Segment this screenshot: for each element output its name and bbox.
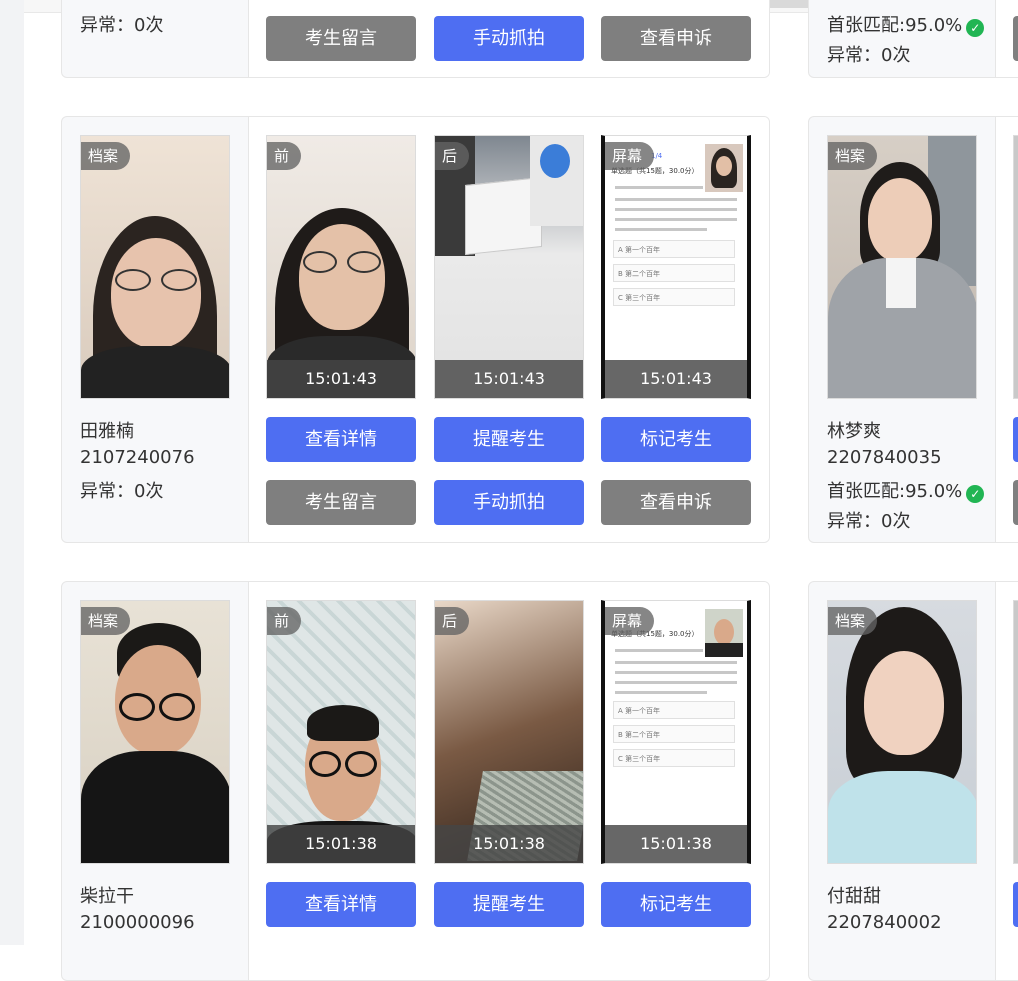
archive-tag: 档案 bbox=[828, 142, 878, 170]
abnormal-count: 异常：0次 bbox=[827, 511, 911, 532]
front-camera-photo[interactable] bbox=[1013, 135, 1018, 399]
match-rate: 首张匹配:95.0% ✓ bbox=[827, 11, 985, 37]
back-camera-photo[interactable]: 后 15:01:38 bbox=[434, 600, 584, 864]
archive-tag: 档案 bbox=[81, 607, 131, 635]
student-id: 2100000096 bbox=[80, 912, 195, 933]
left-sidebar-strip bbox=[0, 0, 24, 945]
student-id: 2207840002 bbox=[827, 912, 942, 933]
student-name: 付甜甜 bbox=[827, 886, 881, 907]
capture-button[interactable]: 手动抓拍 bbox=[434, 16, 584, 61]
view-detail-button[interactable] bbox=[1013, 882, 1018, 927]
appeal-button[interactable]: 查看申诉 bbox=[601, 480, 751, 525]
view-detail-button[interactable]: 查看详情 bbox=[266, 417, 416, 462]
capture-button[interactable]: 手动抓拍 bbox=[434, 480, 584, 525]
student-name: 田雅楠 bbox=[80, 421, 134, 442]
option-a: A 第一个百年 bbox=[613, 240, 735, 258]
message-button[interactable] bbox=[1013, 480, 1018, 525]
appeal-button[interactable]: 查看申诉 bbox=[601, 16, 751, 61]
student-info: 档案 柴拉干 2100000096 bbox=[62, 582, 248, 980]
student-info: 档案 林梦爽 2207840035 首张匹配:95.0% ✓ 异常：0次 bbox=[809, 117, 995, 542]
view-detail-button[interactable]: 查看详情 bbox=[266, 882, 416, 927]
option-b: B 第二个百年 bbox=[613, 725, 735, 743]
back-tag: 后 bbox=[435, 142, 470, 170]
abnormal-count: 异常：0次 bbox=[80, 481, 164, 502]
abnormal-count: 异常：0次 bbox=[827, 45, 911, 66]
student-card-top-right: 首张匹配:95.0% ✓ 异常：0次 bbox=[808, 0, 1018, 78]
front-camera-photo[interactable]: 前 15:01:43 bbox=[266, 135, 416, 399]
view-detail-button[interactable] bbox=[1013, 417, 1018, 462]
student-name: 林梦爽 bbox=[827, 421, 881, 442]
self-view bbox=[705, 609, 743, 657]
student-name: 柴拉干 bbox=[80, 886, 134, 907]
check-circle-icon: ✓ bbox=[966, 485, 985, 503]
capture-time: 15:01:38 bbox=[605, 825, 747, 863]
student-info: 档案 田雅楠 2107240076 异常：0次 bbox=[62, 117, 248, 542]
student-card-linmengshuang: 档案 林梦爽 2207840035 首张匹配:95.0% ✓ 异常：0次 bbox=[808, 116, 1018, 543]
screen-tag: 屏幕 bbox=[605, 142, 655, 170]
student-info: 异常：0次 bbox=[62, 0, 248, 77]
screen-tag: 屏幕 bbox=[605, 607, 655, 635]
screen-capture[interactable]: 单选题（共15题，30.0分） A 第一个百年 B 第二个百年 C 第三个百年 … bbox=[601, 600, 751, 864]
remind-student-button[interactable]: 提醒考生 bbox=[434, 882, 584, 927]
mark-student-button[interactable]: 标记考生 bbox=[601, 882, 751, 927]
match-rate: 首张匹配:95.0% ✓ bbox=[827, 477, 985, 503]
back-camera-photo[interactable]: 后 15:01:43 bbox=[434, 135, 584, 399]
front-camera-photo[interactable]: 前 15:01:38 bbox=[266, 600, 416, 864]
student-card-futiantian: 档案 付甜甜 2207840002 bbox=[808, 581, 1018, 981]
capture-time: 15:01:38 bbox=[267, 825, 415, 863]
archive-tag: 档案 bbox=[828, 607, 878, 635]
option-c: C 第三个百年 bbox=[613, 749, 735, 767]
student-card-tianyanan: 档案 田雅楠 2107240076 异常：0次 前 15:01:43 后 15:… bbox=[61, 116, 770, 543]
message-button[interactable]: 考生留言 bbox=[266, 480, 416, 525]
back-tag: 后 bbox=[435, 607, 470, 635]
front-tag: 前 bbox=[267, 607, 302, 635]
self-view bbox=[705, 144, 743, 192]
screen-capture[interactable]: 1/4 单选题（共15题，30.0分） A 第一个百年 B 第二个百年 C 第三… bbox=[601, 135, 751, 399]
archive-tag: 档案 bbox=[81, 142, 131, 170]
student-id: 2207840035 bbox=[827, 447, 942, 468]
archive-photo[interactable]: 档案 bbox=[80, 600, 230, 864]
front-camera-photo[interactable] bbox=[1013, 600, 1018, 864]
option-b: B 第二个百年 bbox=[613, 264, 735, 282]
message-button[interactable] bbox=[1013, 16, 1018, 61]
capture-time: 15:01:43 bbox=[605, 360, 747, 398]
mark-student-button[interactable]: 标记考生 bbox=[601, 417, 751, 462]
abnormal-count: 异常：0次 bbox=[80, 15, 164, 36]
student-card-top-left: 异常：0次 考生留言 手动抓拍 查看申诉 bbox=[61, 0, 770, 78]
remind-student-button[interactable]: 提醒考生 bbox=[434, 417, 584, 462]
archive-photo[interactable]: 档案 bbox=[827, 600, 977, 864]
front-tag: 前 bbox=[267, 142, 302, 170]
option-c: C 第三个百年 bbox=[613, 288, 735, 306]
check-circle-icon: ✓ bbox=[966, 19, 985, 37]
capture-time: 15:01:38 bbox=[435, 825, 583, 863]
capture-time: 15:01:43 bbox=[435, 360, 583, 398]
archive-photo[interactable]: 档案 bbox=[80, 135, 230, 399]
student-info: 档案 付甜甜 2207840002 bbox=[809, 582, 995, 980]
message-button[interactable]: 考生留言 bbox=[266, 16, 416, 61]
student-id: 2107240076 bbox=[80, 447, 195, 468]
student-card-chailagan: 档案 柴拉干 2100000096 前 15:01:38 后 15:01:38 … bbox=[61, 581, 770, 981]
capture-time: 15:01:43 bbox=[267, 360, 415, 398]
archive-photo[interactable]: 档案 bbox=[827, 135, 977, 399]
option-a: A 第一个百年 bbox=[613, 701, 735, 719]
